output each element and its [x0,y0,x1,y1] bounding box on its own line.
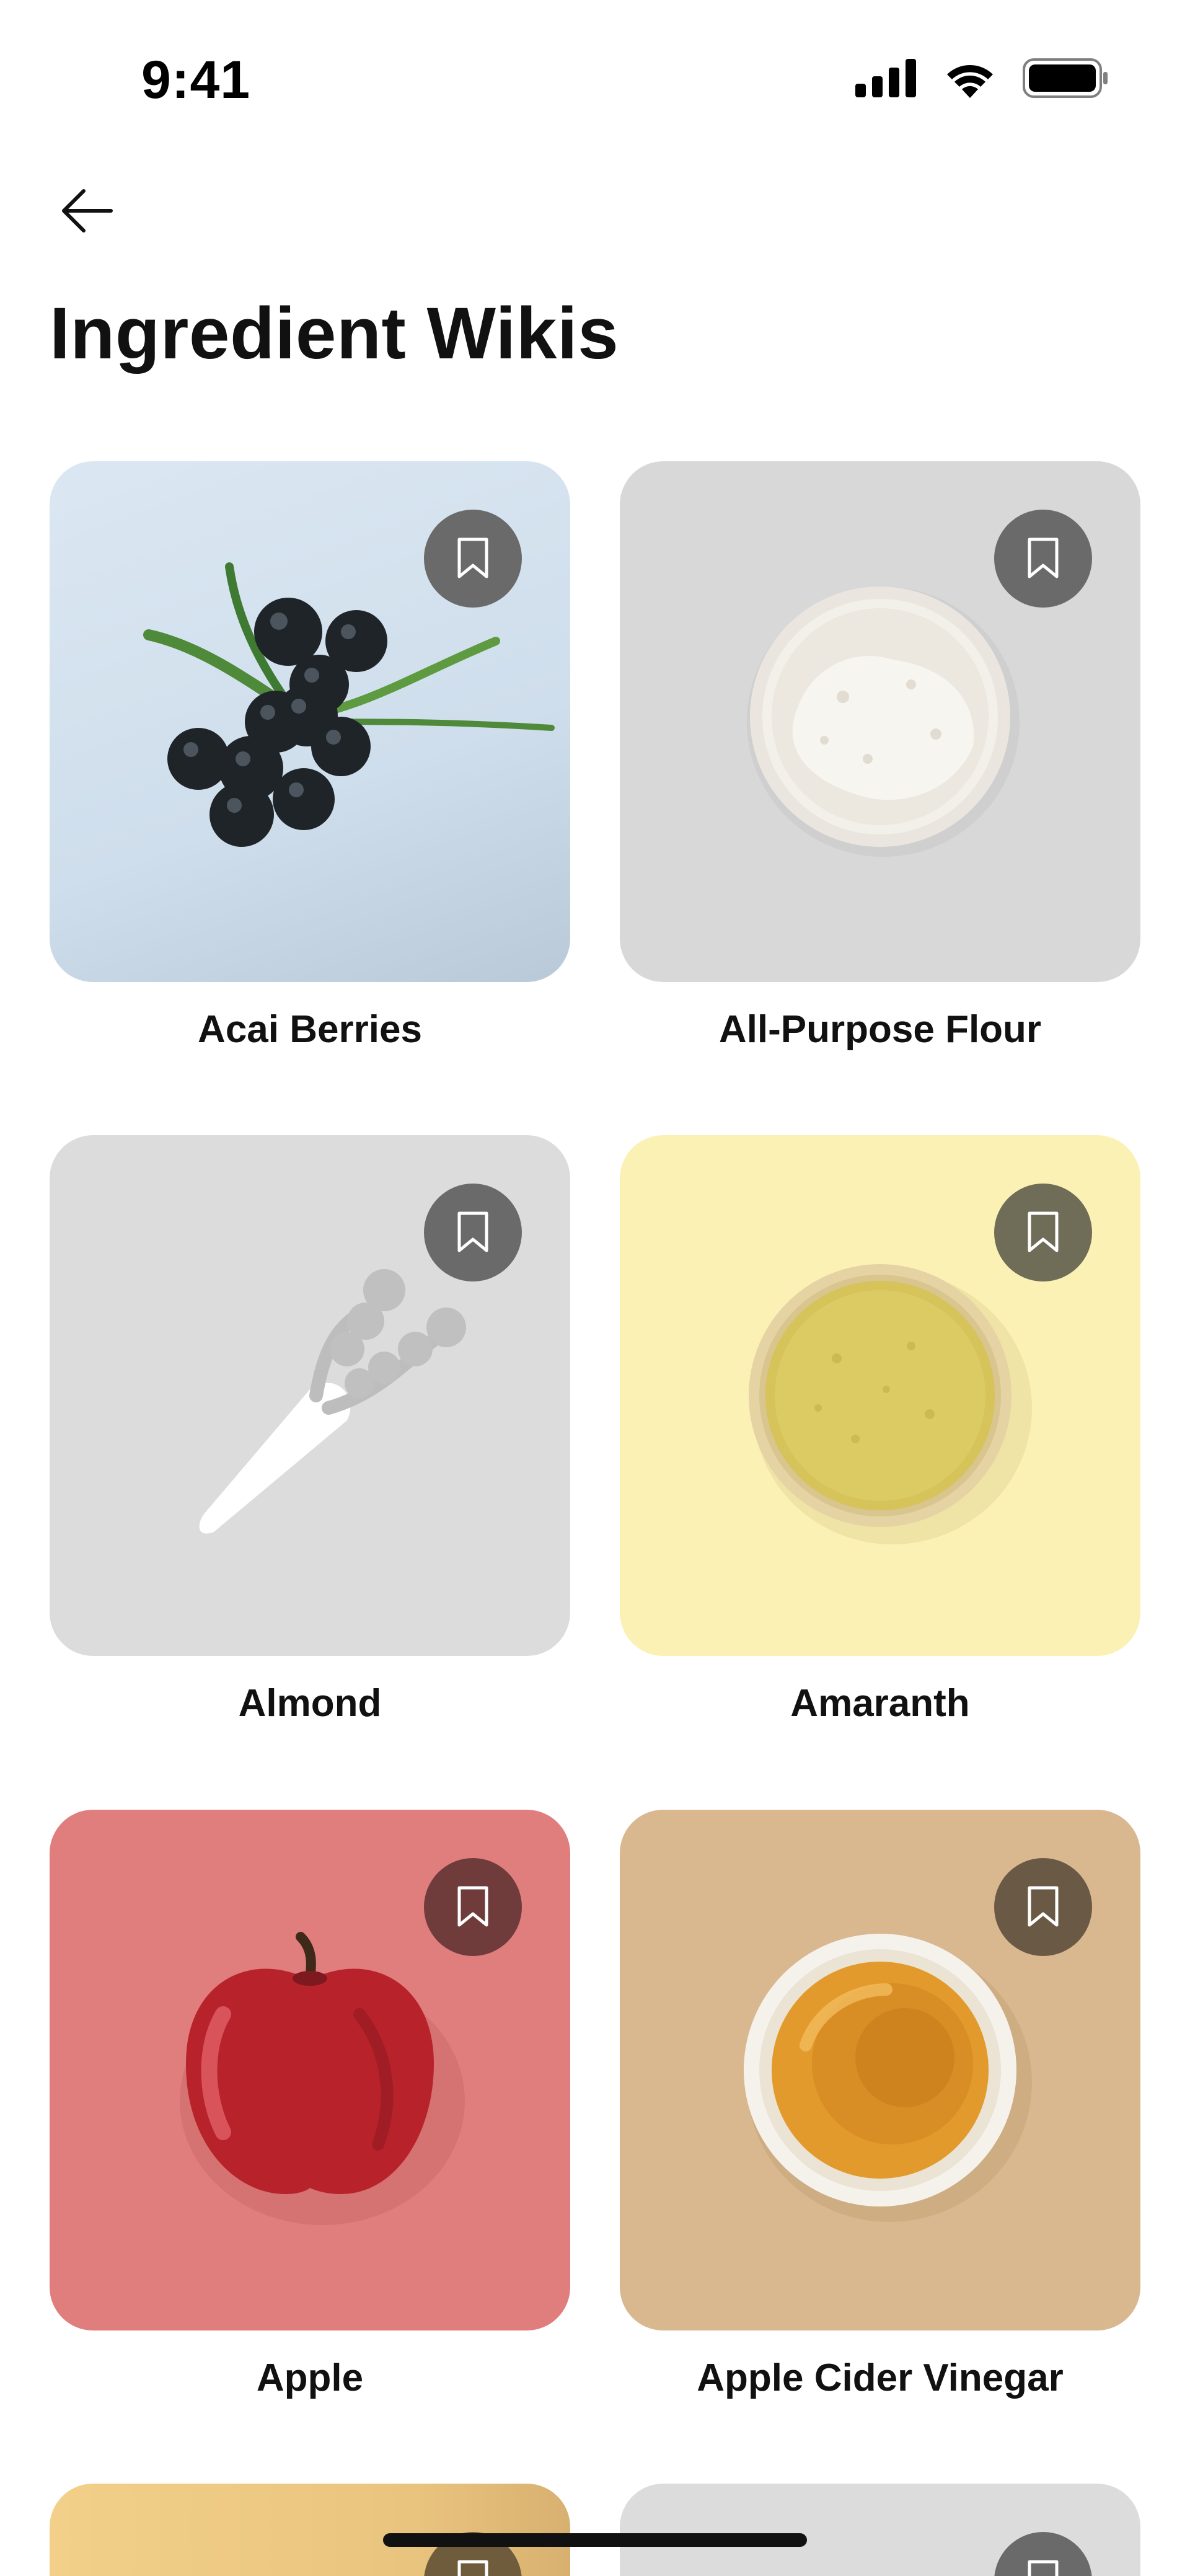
bookmark-icon [457,2560,488,2576]
ingredient-name[interactable]: Apple [50,2356,570,2400]
ingredient-card-amaranth[interactable] [620,1135,1140,1656]
bookmark-icon [1028,2560,1059,2576]
ingredient-card-apple-cider-vinegar[interactable] [620,1810,1140,2330]
ingredient-card-acai-berries[interactable] [50,461,570,982]
ingredient-card-partial-right[interactable] [620,2484,1140,2576]
ingredient-name[interactable]: Almond [50,1681,570,1725]
bookmark-icon [457,1886,488,1927]
home-indicator[interactable] [383,2533,807,2547]
status-time: 9:41 [141,50,251,110]
bookmark-icon [1028,538,1059,578]
ingredient-name[interactable]: Apple Cider Vinegar [620,2356,1140,2400]
status-bar: 9:41 [0,0,1190,155]
ingredient-name[interactable]: Amaranth [620,1681,1140,1725]
bookmark-button[interactable] [424,510,522,608]
status-icons [855,55,1109,102]
ingredient-card-almond[interactable] [50,1135,570,1656]
ingredient-card-all-purpose-flour[interactable] [620,461,1140,982]
wifi-icon [947,64,993,98]
bookmark-icon [1028,1211,1059,1252]
bookmark-icon [1028,1886,1059,1927]
bookmark-button[interactable] [994,1184,1092,1281]
arrow-left-icon [62,189,113,232]
battery-icon [1023,58,1108,98]
bookmark-button[interactable] [994,2532,1092,2576]
ingredient-name[interactable]: Acai Berries [50,1007,570,1051]
ingredient-card-partial-left[interactable] [50,2484,570,2576]
bookmark-button[interactable] [994,510,1092,608]
ingredient-card-apple[interactable] [50,1810,570,2330]
bookmark-button[interactable] [994,1858,1092,1956]
bookmark-icon [457,538,488,578]
bookmark-icon [457,1211,488,1252]
page-title: Ingredient Wikis [50,293,619,374]
ingredient-name[interactable]: All-Purpose Flour [620,1007,1140,1051]
bookmark-button[interactable] [424,1184,522,1281]
bookmark-button[interactable] [424,1858,522,1956]
back-button[interactable] [50,180,124,242]
cellular-signal-icon [855,59,916,97]
